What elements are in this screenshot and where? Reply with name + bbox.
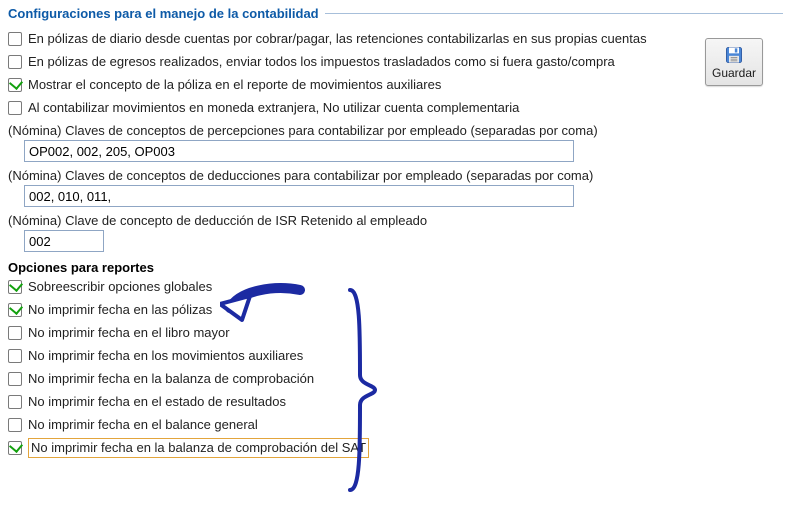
section1-title: Configuraciones para el manejo de la con… — [8, 6, 319, 21]
reports-label-2: No imprimir fecha en las pólizas — [28, 301, 212, 319]
reports-check-3[interactable] — [8, 326, 22, 340]
section2-title: Opciones para reportes — [8, 260, 783, 275]
config-label-1: En pólizas de diario desde cuentas por c… — [28, 30, 647, 48]
reports-check-5[interactable] — [8, 372, 22, 386]
deducciones-input[interactable] — [24, 185, 574, 207]
section1-rule — [325, 13, 783, 14]
config-row-3: Mostrar el concepto de la póliza en el r… — [8, 75, 783, 94]
reports-row-4: No imprimir fecha en los movimientos aux… — [8, 346, 783, 365]
config-row-2: En pólizas de egresos realizados, enviar… — [8, 52, 783, 71]
reports-label-8: No imprimir fecha en la balanza de compr… — [28, 438, 369, 458]
reports-row-2: No imprimir fecha en las pólizas — [8, 300, 783, 319]
reports-row-5: No imprimir fecha en la balanza de compr… — [8, 369, 783, 388]
reports-check-6[interactable] — [8, 395, 22, 409]
reports-label-4: No imprimir fecha en los movimientos aux… — [28, 347, 303, 365]
config-check-1[interactable] — [8, 32, 22, 46]
config-row-1: En pólizas de diario desde cuentas por c… — [8, 29, 783, 48]
save-button[interactable]: Guardar — [705, 38, 763, 86]
deducciones-desc: (Nómina) Claves de conceptos de deduccio… — [8, 168, 783, 183]
section1-legend: Configuraciones para el manejo de la con… — [8, 6, 783, 21]
config-check-4[interactable] — [8, 101, 22, 115]
isr-desc: (Nómina) Clave de concepto de deducción … — [8, 213, 783, 228]
config-check-3[interactable] — [8, 78, 22, 92]
reports-check-4[interactable] — [8, 349, 22, 363]
reports-check-2[interactable] — [8, 303, 22, 317]
percepciones-desc: (Nómina) Claves de conceptos de percepci… — [8, 123, 783, 138]
reports-check-7[interactable] — [8, 418, 22, 432]
save-icon — [724, 45, 744, 65]
percepciones-input[interactable] — [24, 140, 574, 162]
reports-label-5: No imprimir fecha en la balanza de compr… — [28, 370, 314, 388]
config-label-2: En pólizas de egresos realizados, enviar… — [28, 53, 615, 71]
reports-label-7: No imprimir fecha en el balance general — [28, 416, 258, 434]
config-panel: Configuraciones para el manejo de la con… — [0, 0, 791, 467]
reports-check-8[interactable] — [8, 441, 22, 455]
reports-check-1[interactable] — [8, 280, 22, 294]
reports-label-3: No imprimir fecha en el libro mayor — [28, 324, 230, 342]
reports-row-1: Sobreescribir opciones globales — [8, 277, 783, 296]
config-label-4: Al contabilizar movimientos en moneda ex… — [28, 99, 519, 117]
reports-row-6: No imprimir fecha en el estado de result… — [8, 392, 783, 411]
isr-input[interactable] — [24, 230, 104, 252]
reports-row-8: No imprimir fecha en la balanza de compr… — [8, 438, 783, 457]
reports-label-1: Sobreescribir opciones globales — [28, 278, 212, 296]
reports-row-3: No imprimir fecha en el libro mayor — [8, 323, 783, 342]
save-button-label: Guardar — [712, 66, 756, 80]
reports-row-7: No imprimir fecha en el balance general — [8, 415, 783, 434]
config-check-2[interactable] — [8, 55, 22, 69]
config-label-3: Mostrar el concepto de la póliza en el r… — [28, 76, 441, 94]
config-row-4: Al contabilizar movimientos en moneda ex… — [8, 98, 783, 117]
reports-label-6: No imprimir fecha en el estado de result… — [28, 393, 286, 411]
